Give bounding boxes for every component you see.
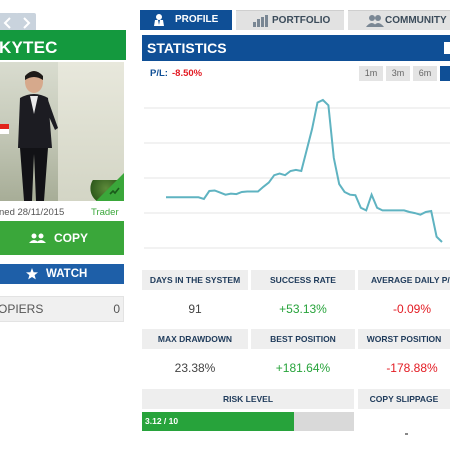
copy-slippage-indicator bbox=[405, 433, 408, 435]
stat-label-days: DAYS IN THE SYSTEM bbox=[142, 270, 248, 290]
stat-label-best-position: BEST POSITION bbox=[251, 329, 355, 349]
pl-chart-svg bbox=[144, 98, 450, 249]
tab-community[interactable]: COMMUNITY bbox=[348, 10, 450, 30]
copiers-row: OPIERS 0 bbox=[0, 296, 124, 322]
risk-level-label: RISK LEVEL bbox=[142, 389, 354, 409]
risk-level-bar: 3.12 / 10 bbox=[142, 412, 354, 431]
pl-value: -8.50% bbox=[172, 68, 203, 79]
copy-slippage-label: COPY SLIPPAGE bbox=[358, 389, 450, 409]
stat-value-success-rate: +53.13% bbox=[279, 302, 327, 316]
role-label: Trader bbox=[91, 207, 119, 218]
stat-label-worst-position: WORST POSITION bbox=[358, 329, 450, 349]
chevron-left-icon bbox=[3, 17, 11, 29]
person-silhouette bbox=[18, 71, 58, 201]
country-flag-icon bbox=[0, 124, 9, 134]
stat-label-max-drawdown: MAX DRAWDOWN bbox=[142, 329, 248, 349]
tab-portfolio[interactable]: PORTFOLIO bbox=[236, 10, 344, 30]
pl-chart bbox=[142, 80, 450, 260]
pl-label: P/L: bbox=[150, 68, 168, 79]
copy-people-icon bbox=[29, 233, 46, 243]
watch-star-icon bbox=[26, 268, 38, 280]
copy-button[interactable]: COPY bbox=[0, 221, 124, 255]
range-selected-button[interactable] bbox=[440, 66, 450, 81]
chevron-right-icon bbox=[23, 17, 31, 29]
stat-value-max-drawdown: 23.38% bbox=[174, 361, 216, 375]
pl-series-line bbox=[166, 98, 443, 243]
watch-button[interactable]: WATCH bbox=[0, 264, 124, 284]
bar-chart-icon bbox=[253, 15, 268, 27]
copiers-label: OPIERS bbox=[0, 302, 44, 316]
trader-name: KYTEC bbox=[0, 38, 58, 57]
statistics-header: STATISTICS bbox=[142, 35, 450, 61]
users-icon bbox=[366, 15, 384, 27]
copiers-count: 0 bbox=[113, 302, 120, 316]
stat-value-avg-daily-pl: -0.09% bbox=[392, 302, 432, 316]
profile-icon bbox=[154, 14, 164, 26]
statistics-title: STATISTICS bbox=[147, 40, 227, 56]
stat-label-avg-daily-pl: AVERAGE DAILY P/L bbox=[358, 270, 450, 290]
stat-value-days: 91 bbox=[188, 302, 202, 316]
range-3m-button[interactable]: 3m bbox=[386, 66, 410, 81]
tab-portfolio-label: PORTFOLIO bbox=[272, 15, 331, 26]
stat-value-worst-position: -178.88% bbox=[386, 361, 438, 375]
panel-toggle[interactable] bbox=[444, 42, 450, 54]
plus-trend-icon bbox=[109, 187, 120, 195]
copy-button-label: COPY bbox=[54, 231, 89, 245]
tab-community-label: COMMUNITY bbox=[385, 15, 447, 26]
trader-photo bbox=[0, 62, 124, 201]
stat-label-success-rate: SUCCESS RATE bbox=[251, 270, 355, 290]
joined-date: ned 28/11/2015 bbox=[0, 207, 65, 218]
range-1m-button[interactable]: 1m bbox=[359, 66, 383, 81]
tab-profile[interactable]: PROFILE bbox=[140, 10, 232, 30]
tab-profile-label: PROFILE bbox=[175, 14, 219, 25]
range-6m-button[interactable]: 6m bbox=[413, 66, 437, 81]
watch-button-label: WATCH bbox=[46, 268, 88, 280]
stat-value-best-position: +181.64% bbox=[275, 361, 331, 375]
risk-level-value: 3.12 / 10 bbox=[145, 416, 179, 426]
